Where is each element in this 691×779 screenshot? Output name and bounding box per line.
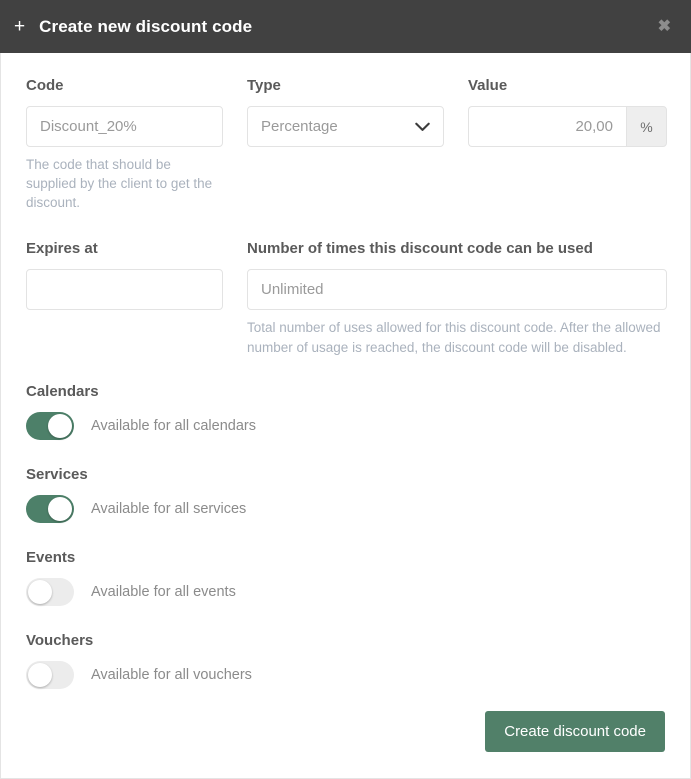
- usage-limit-label: Number of times this discount code can b…: [247, 240, 593, 258]
- create-discount-code-modal: + Create new discount code ✖ Code The co…: [0, 0, 691, 779]
- toggle-group-vouchers: Vouchers Available for all vouchers: [26, 632, 665, 689]
- modal-body: Code The code that should be supplied by…: [0, 53, 691, 779]
- modal-title: Create new discount code: [39, 16, 253, 36]
- toggle-group-events: Events Available for all events: [26, 549, 665, 606]
- calendars-label: Calendars: [26, 382, 99, 400]
- toggle-knob: [48, 413, 72, 438]
- field-group-type: Type Percentage: [247, 77, 444, 147]
- events-toggle-row: Available for all events: [26, 577, 665, 606]
- type-label: Type: [247, 77, 281, 94]
- calendars-toggle[interactable]: [26, 411, 74, 440]
- value-input-group: %: [468, 106, 667, 147]
- vouchers-toggle[interactable]: [26, 660, 74, 689]
- expires-at-input[interactable]: [26, 269, 223, 311]
- vouchers-toggle-text: Available for all vouchers: [91, 666, 252, 683]
- expires-at-label: Expires at: [26, 240, 98, 258]
- events-toggle-text: Available for all events: [91, 583, 236, 600]
- plus-icon: +: [14, 16, 26, 37]
- services-toggle-row: Available for all services: [26, 494, 665, 523]
- value-input[interactable]: [468, 106, 626, 147]
- usage-limit-input[interactable]: [247, 269, 667, 311]
- form-row-primary: Code The code that should be supplied by…: [26, 77, 667, 212]
- vouchers-label: Vouchers: [26, 631, 94, 649]
- calendars-toggle-text: Available for all calendars: [91, 417, 256, 434]
- events-toggle[interactable]: [26, 577, 74, 606]
- services-label: Services: [26, 465, 88, 483]
- toggle-knob: [28, 579, 52, 604]
- type-select-wrapper: Percentage: [247, 106, 444, 147]
- usage-limit-help-text: Total number of uses allowed for this di…: [247, 320, 661, 355]
- calendars-toggle-row: Available for all calendars: [26, 411, 665, 440]
- events-label: Events: [26, 548, 76, 566]
- services-toggle-text: Available for all services: [91, 500, 247, 517]
- percent-addon: %: [626, 106, 667, 147]
- field-group-expires-at: Expires at: [26, 240, 223, 311]
- type-select[interactable]: Percentage: [247, 106, 444, 147]
- close-icon[interactable]: ✖: [658, 18, 671, 35]
- field-group-code: Code The code that should be supplied by…: [26, 77, 223, 212]
- field-group-value: Value %: [468, 77, 667, 147]
- toggle-knob: [48, 496, 72, 521]
- code-label: Code: [26, 77, 64, 94]
- field-group-usage-limit: Number of times this discount code can b…: [247, 240, 667, 356]
- code-help-text: The code that should be supplied by the …: [26, 157, 213, 211]
- modal-footer: Create discount code: [485, 711, 665, 752]
- toggle-group-calendars: Calendars Available for all calendars: [26, 383, 665, 440]
- code-input[interactable]: [26, 106, 223, 147]
- services-toggle[interactable]: [26, 494, 74, 523]
- form-row-secondary: Expires at Number of times this discount…: [26, 240, 667, 356]
- create-discount-code-button[interactable]: Create discount code: [485, 711, 665, 752]
- toggle-group-services: Services Available for all services: [26, 466, 665, 523]
- value-label: Value: [468, 77, 508, 94]
- toggle-knob: [28, 662, 52, 687]
- modal-header: + Create new discount code ✖: [0, 0, 691, 53]
- vouchers-toggle-row: Available for all vouchers: [26, 660, 665, 689]
